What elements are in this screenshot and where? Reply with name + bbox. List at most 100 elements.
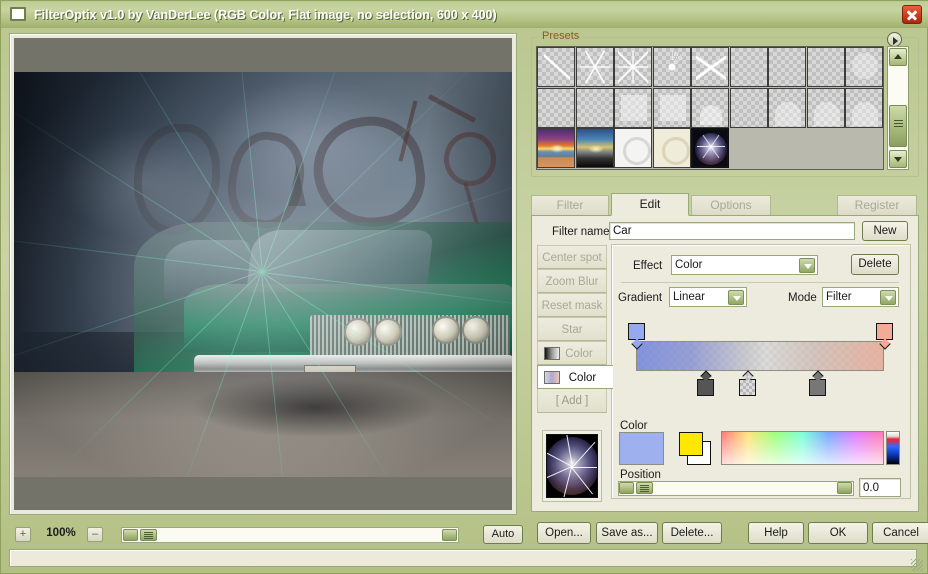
preset-thumbnail[interactable]	[768, 88, 806, 128]
preset-thumbnail[interactable]	[537, 88, 575, 128]
tab-edit[interactable]: Edit	[611, 193, 689, 216]
preset-thumbnail[interactable]	[691, 128, 729, 168]
delete-file-button[interactable]: Delete...	[662, 522, 722, 544]
preset-thumbnail[interactable]	[730, 88, 768, 128]
mode-select[interactable]: Filter	[822, 287, 899, 307]
scroll-thumb[interactable]	[140, 529, 157, 541]
filteroptix-window: FilterOptix v1.0 by VanDerLee (RGB Color…	[0, 0, 928, 574]
filter-name-label: Filter name	[552, 226, 610, 238]
layer-item-reset-mask[interactable]: Reset mask	[537, 293, 607, 317]
preset-thumbnail[interactable]	[691, 88, 729, 128]
position-value-input[interactable]: 0.0	[859, 478, 901, 497]
tab-strip[interactable]: Filter Edit Options Register	[531, 193, 919, 215]
layer-label: Color	[569, 372, 596, 384]
tab-filter[interactable]: Filter	[531, 195, 609, 215]
preset-thumbnail[interactable]	[537, 47, 575, 87]
layer-item-zoom-blur[interactable]: Zoom Blur	[537, 269, 607, 293]
color-spectrum-picker[interactable]	[721, 431, 884, 465]
preset-thumbnail[interactable]	[807, 88, 845, 128]
gradient-alpha-stop[interactable]	[809, 379, 826, 396]
scroll-left-icon[interactable]	[123, 529, 138, 541]
chevron-down-icon[interactable]	[799, 258, 815, 273]
image-preview-canvas[interactable]	[14, 38, 512, 510]
presets-scrollbar[interactable]	[887, 46, 909, 170]
layer-item-add[interactable]: [ Add ]	[537, 389, 607, 413]
layer-label: Reset mask	[542, 300, 603, 312]
help-button[interactable]: Help	[748, 522, 804, 544]
preset-thumbnail[interactable]	[653, 128, 691, 168]
cancel-button[interactable]: Cancel	[872, 522, 928, 544]
preset-thumbnail[interactable]	[614, 128, 652, 168]
effect-layer-list[interactable]: Center spotZoom BlurReset maskStarColorC…	[537, 245, 607, 413]
preset-thumbnail[interactable]	[576, 47, 614, 87]
preset-thumbnail[interactable]	[576, 128, 614, 168]
chevron-up-icon[interactable]	[889, 48, 907, 66]
position-slider-track[interactable]	[618, 481, 854, 496]
preset-thumbnail[interactable]	[537, 128, 575, 168]
gradient-alpha-stop[interactable]	[697, 379, 714, 396]
preset-thumbnail[interactable]	[653, 47, 691, 87]
foreground-color-swatch[interactable]	[679, 432, 703, 456]
open-button[interactable]: Open...	[537, 522, 591, 544]
preset-thumbnail[interactable]	[576, 88, 614, 128]
app-icon	[10, 7, 26, 21]
layer-item-center-spot[interactable]: Center spot	[537, 245, 607, 269]
image-preview-frame	[9, 33, 517, 515]
gradient-select-value: Linear	[673, 291, 705, 303]
layer-item-color[interactable]: Color	[537, 341, 607, 365]
layer-label: Zoom Blur	[545, 276, 598, 288]
tab-label: Edit	[640, 197, 661, 211]
zoom-level-label: 100%	[39, 527, 83, 539]
effect-select-value: Color	[675, 259, 702, 271]
tab-options[interactable]: Options	[691, 195, 771, 215]
gradient-ramp[interactable]	[636, 341, 884, 371]
layer-item-color[interactable]: Color	[537, 365, 613, 389]
gradient-select[interactable]: Linear	[669, 287, 747, 307]
preset-thumbnail[interactable]	[768, 47, 806, 87]
preset-thumbnail[interactable]	[614, 47, 652, 87]
layer-item-star[interactable]: Star	[537, 317, 607, 341]
position-slider-thumb[interactable]	[636, 482, 653, 494]
preset-thumbnail[interactable]	[730, 47, 768, 87]
status-bar	[9, 549, 917, 567]
presets-thumbnail-grid[interactable]	[536, 46, 884, 170]
chevron-down-icon[interactable]	[889, 150, 907, 168]
zoom-in-button[interactable]: +	[15, 527, 31, 542]
arrow-left-icon[interactable]	[619, 482, 634, 494]
scroll-right-icon[interactable]	[442, 529, 457, 541]
auto-button[interactable]: Auto	[483, 525, 523, 544]
preview-horizontal-scrollbar[interactable]	[121, 527, 459, 543]
preset-thumbnail[interactable]	[614, 88, 652, 128]
filter-name-input[interactable]: Car	[609, 222, 855, 240]
layer-swatch-icon	[544, 347, 560, 360]
gradient-alpha-stop[interactable]	[739, 379, 756, 396]
tab-register[interactable]: Register	[837, 195, 917, 215]
presets-scroll-thumb[interactable]	[889, 105, 907, 147]
layer-label: Center spot	[542, 252, 601, 264]
play-arrow-icon[interactable]	[887, 32, 902, 47]
gradient-color-stop[interactable]	[876, 323, 893, 340]
effect-select[interactable]: Color	[671, 255, 818, 275]
current-color-swatch[interactable]	[619, 432, 664, 465]
mode-select-value: Filter	[826, 291, 852, 303]
new-button[interactable]: New	[862, 221, 908, 241]
effect-label: Effect	[633, 260, 662, 272]
gradient-color-stop[interactable]	[628, 323, 645, 340]
preset-thumbnail[interactable]	[653, 88, 691, 128]
zoom-out-button[interactable]: –	[87, 527, 103, 542]
color-value-slider[interactable]	[886, 431, 900, 465]
close-icon[interactable]	[902, 5, 922, 24]
preset-thumbnail[interactable]	[807, 47, 845, 87]
preset-thumbnail[interactable]	[845, 47, 883, 87]
title-bar: FilterOptix v1.0 by VanDerLee (RGB Color…	[1, 1, 928, 28]
arrow-right-icon[interactable]	[837, 482, 852, 494]
delete-layer-button[interactable]: Delete	[851, 254, 899, 275]
preset-thumbnail[interactable]	[845, 88, 883, 128]
layer-swatch-icon	[544, 371, 560, 384]
chevron-down-icon[interactable]	[728, 290, 744, 305]
preset-thumbnail[interactable]	[691, 47, 729, 87]
resize-grip[interactable]	[911, 559, 923, 571]
ok-button[interactable]: OK	[808, 522, 868, 544]
chevron-down-icon[interactable]	[880, 290, 896, 305]
save-as-button[interactable]: Save as...	[596, 522, 658, 544]
